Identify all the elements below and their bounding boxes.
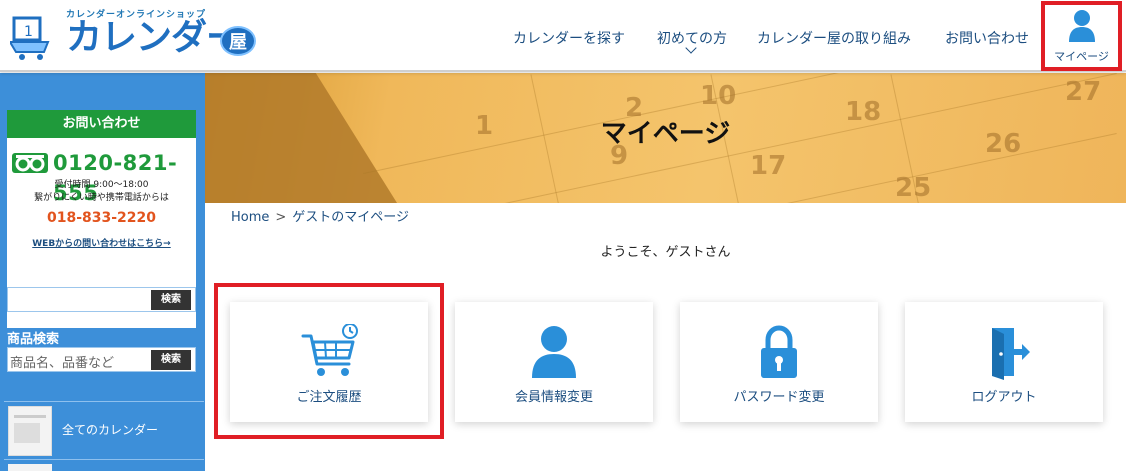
card-label: ログアウト (971, 390, 1037, 405)
keyword-search-input[interactable]: 検索 (7, 287, 196, 312)
product-search-title: 商品検索 (7, 332, 60, 347)
site-header: カレンダーオンラインショップ 1 カレンダー 屋 カレンダーを探す 初めての方 … (0, 0, 1126, 72)
site-logo[interactable]: カレンダーオンラインショップ 1 カレンダー 屋 (10, 6, 260, 62)
hero-calendar-number: 27 (1065, 77, 1102, 107)
svg-text:1: 1 (24, 24, 33, 40)
breadcrumb-current: ゲストのマイページ (292, 210, 410, 225)
contact-heading: お問い合わせ (7, 110, 196, 138)
sidebar-item-all-calendars[interactable]: 全てのカレンダー (4, 401, 204, 457)
hero-banner: 1 2 10 18 27 17 26 9 25 16 マイページ (205, 73, 1126, 203)
card-label: パスワード変更 (733, 390, 825, 405)
person-icon (532, 326, 576, 378)
member-info-card[interactable]: 会員情報変更 (455, 302, 653, 422)
category-thumbnail (8, 406, 52, 456)
product-search-input[interactable]: 商品名、品番など 検索 (7, 347, 196, 372)
logo-wordmark: カレンダー (66, 17, 242, 58)
nav-initiatives[interactable]: カレンダー屋の取り組み (757, 28, 911, 48)
breadcrumb-separator: > (275, 210, 287, 225)
logout-card[interactable]: ログアウト (905, 302, 1103, 422)
mypage-label: マイページ (1054, 50, 1109, 63)
mypage-button[interactable]: マイページ (1041, 1, 1122, 71)
sidebar-item-partial[interactable] (4, 459, 204, 471)
contact-alt-note: 繋がりにくい時や携帯電話からは (34, 193, 169, 203)
sidebar-item-label: 全てのカレンダー (62, 423, 159, 437)
welcome-message: ようこそ、ゲストさん (600, 245, 731, 260)
contact-hours: 受付時間 9:00～18:00 (54, 180, 149, 190)
product-search-placeholder: 商品名、品番など (10, 356, 115, 371)
hero-calendar-number: 25 (895, 173, 932, 203)
keyword-search-button[interactable]: 検索 (151, 290, 191, 310)
phone-row[interactable]: 0120-821-555 (11, 148, 196, 205)
person-icon (1069, 10, 1095, 42)
logo-badge: 屋 (220, 26, 256, 56)
product-search-button[interactable]: 検索 (151, 350, 191, 370)
contact-alt-phone[interactable]: 018-833-2220 (7, 208, 196, 228)
logout-icon (992, 328, 1030, 380)
keyword-search-title: サイト内キーワード検索 (7, 272, 151, 287)
hero-calendar-number: 17 (750, 151, 787, 181)
card-label: 会員情報変更 (514, 390, 593, 405)
logo-cart-icon: 1 (10, 16, 50, 60)
lock-icon (761, 325, 797, 378)
page-title: マイページ (600, 119, 731, 149)
hero-calendar-number: 10 (700, 81, 737, 111)
nav-find-calendar[interactable]: カレンダーを探す (513, 28, 625, 48)
sidebar: お問い合わせ 0120-821-555 受付時間 9:00～18:00 繋がりに… (0, 73, 205, 471)
selection-highlight (214, 283, 444, 439)
breadcrumb-home[interactable]: Home (231, 210, 269, 225)
contact-web-link[interactable]: WEBからの問い合わせはこちら→ (7, 236, 196, 249)
nav-contact[interactable]: お問い合わせ (945, 28, 1029, 48)
password-change-card[interactable]: パスワード変更 (680, 302, 878, 422)
freedial-icon (12, 153, 48, 173)
breadcrumb: Home > ゲストのマイページ (231, 206, 409, 225)
